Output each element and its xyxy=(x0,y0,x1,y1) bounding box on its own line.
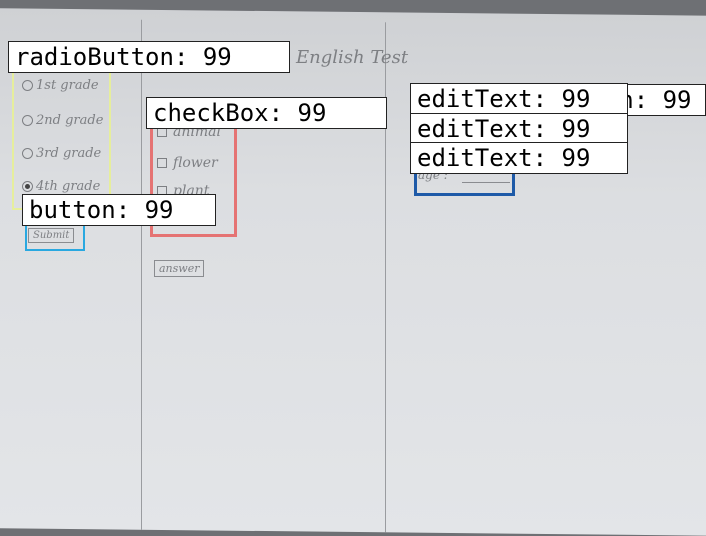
checkbox-detection-label: checkBox: 99 xyxy=(146,97,387,129)
column-divider-left xyxy=(141,19,142,530)
edittext-detection-label-3: editText: 99 xyxy=(410,142,628,174)
button-detection-label: button: 99 xyxy=(22,194,216,226)
radio-detection-box xyxy=(12,62,111,210)
sketch-title: English Test xyxy=(296,47,409,68)
answer-button[interactable]: answer xyxy=(154,260,205,277)
edittext-detection-label-1: editText: 99 xyxy=(410,83,628,115)
edittext-detection-label-2: editText: 99 xyxy=(410,113,628,145)
radio-detection-label: radioButton: 99 xyxy=(8,41,290,73)
